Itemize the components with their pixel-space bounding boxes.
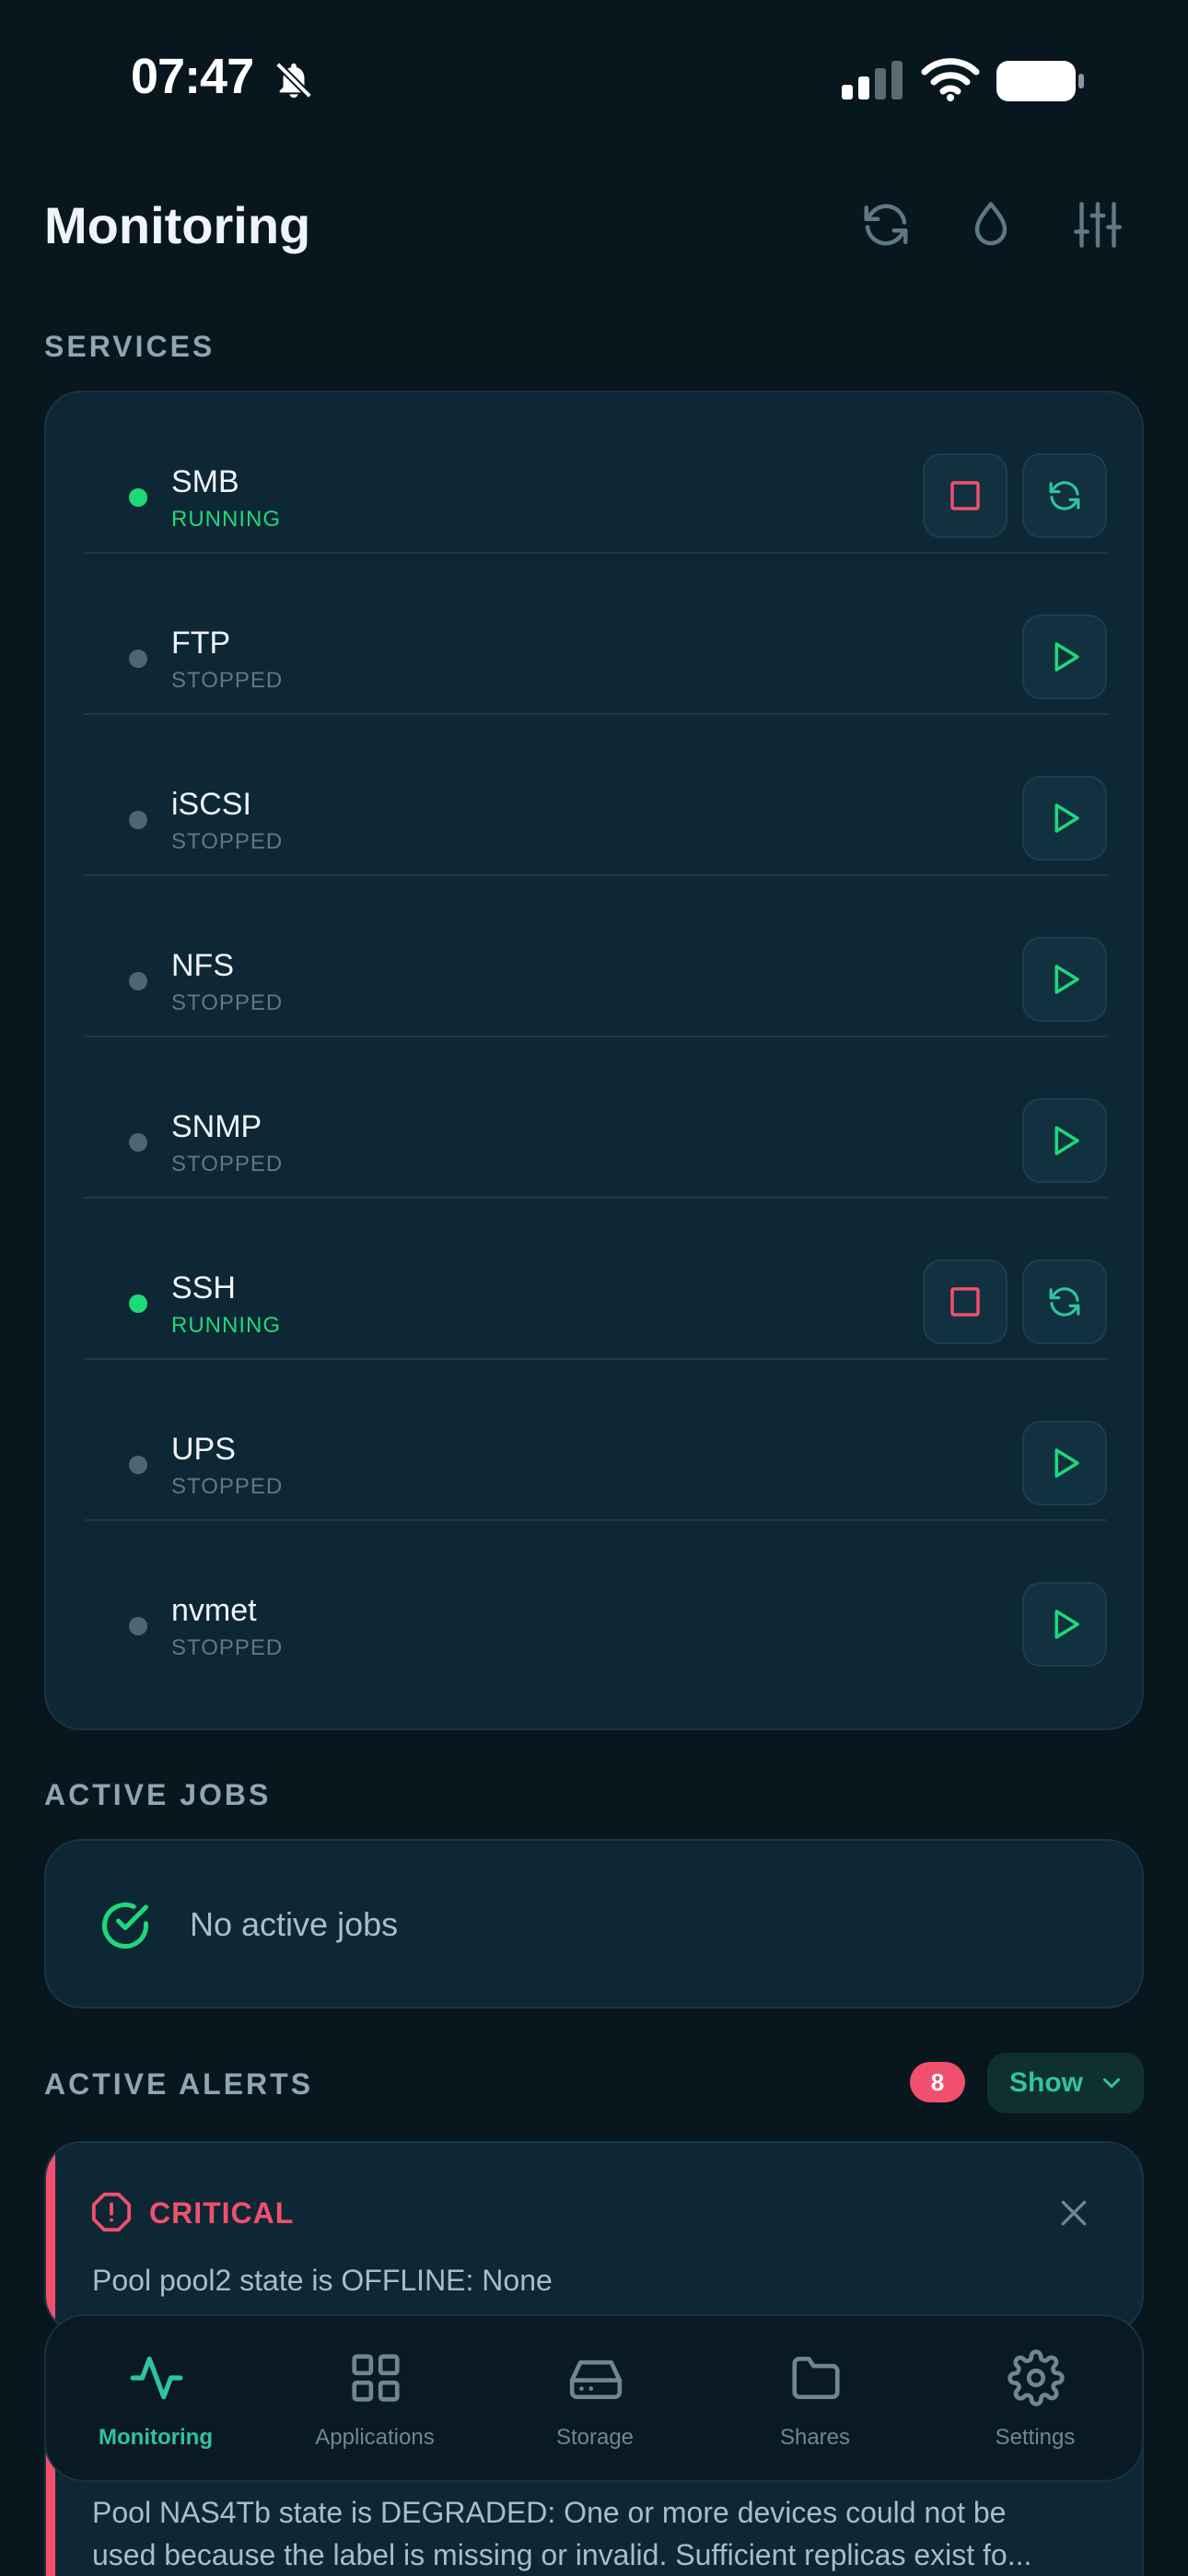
service-row-smb: SMB RUNNING	[85, 392, 1107, 554]
nav-item-shares[interactable]: Shares	[705, 2316, 925, 2484]
play-icon	[1054, 965, 1079, 994]
services-card: SMB RUNNING FTP STOPPED iSCSI STOPPED NF…	[44, 391, 1144, 1730]
service-row-iscsi: iSCSI STOPPED	[85, 715, 1107, 876]
battery-icon	[996, 61, 1084, 101]
stopped-status-dot	[129, 650, 147, 668]
service-row-ssh: SSH RUNNING	[85, 1199, 1107, 1360]
service-row-nvmet: nvmet STOPPED	[85, 1521, 1107, 1682]
alert-octagon-icon	[91, 2192, 132, 2232]
start-button[interactable]	[1022, 1582, 1107, 1667]
folder-icon	[792, 2357, 840, 2399]
service-state: STOPPED	[171, 668, 284, 693]
service-state: RUNNING	[171, 1313, 281, 1338]
service-row-ftp: FTP STOPPED	[85, 554, 1107, 715]
start-button[interactable]	[1022, 776, 1107, 861]
sliders-icon[interactable]	[1070, 197, 1125, 252]
alert-message-line: used because the label is missing or inv…	[92, 2538, 1032, 2571]
show-alerts-button[interactable]: Show	[987, 2053, 1144, 2113]
alert-message: Pool pool2 state is OFFLINE: None	[92, 2264, 553, 2297]
service-state: RUNNING	[171, 507, 281, 532]
alert-count-badge: 8	[910, 2062, 965, 2102]
restart-icon	[1049, 481, 1080, 510]
nav-item-storage[interactable]: Storage	[485, 2316, 705, 2484]
check-circle-icon	[102, 1903, 148, 1949]
alerts-section-label: ACTIVE ALERTS	[44, 2067, 314, 2101]
nav-label: Shares	[779, 2425, 851, 2450]
start-button[interactable]	[1022, 615, 1107, 699]
show-label: Show	[1009, 2067, 1083, 2098]
service-state: STOPPED	[171, 1152, 284, 1177]
nav-label: Settings	[995, 2425, 1076, 2450]
start-button[interactable]	[1022, 1098, 1107, 1183]
critical-stripe	[46, 2143, 55, 2331]
play-icon	[1054, 1448, 1079, 1478]
service-row-ups: UPS STOPPED	[85, 1360, 1107, 1521]
stopped-status-dot	[129, 1456, 147, 1474]
signal-icon	[842, 61, 903, 100]
alert-level: CRITICAL	[149, 2196, 295, 2230]
service-state: STOPPED	[171, 1474, 284, 1499]
nav-item-settings[interactable]: Settings	[926, 2316, 1145, 2484]
bottom-nav: Monitoring Applications Storage Shares S…	[44, 2314, 1144, 2482]
restart-icon	[1049, 1287, 1080, 1317]
restart-button[interactable]	[1022, 1259, 1107, 1344]
service-state: STOPPED	[171, 990, 284, 1015]
play-icon	[1054, 1126, 1079, 1155]
refresh-icon[interactable]	[858, 197, 914, 252]
service-row-snmp: SNMP STOPPED	[85, 1037, 1107, 1199]
status-time: 07:47	[131, 49, 254, 104]
stopped-status-dot	[129, 1617, 147, 1635]
activity-icon	[130, 2356, 183, 2400]
page-title: Monitoring	[44, 196, 311, 254]
service-name: SSH	[171, 1270, 236, 1306]
stopped-status-dot	[129, 1133, 147, 1152]
nav-label: Applications	[315, 2425, 435, 2450]
nav-item-applications[interactable]: Applications	[265, 2316, 484, 2484]
start-button[interactable]	[1022, 937, 1107, 1022]
service-state: STOPPED	[171, 829, 284, 854]
alert-message-line: Pool NAS4Tb state is DEGRADED: One or mo…	[92, 2496, 1007, 2529]
service-name: FTP	[171, 626, 231, 661]
close-icon[interactable]	[1055, 2195, 1092, 2231]
service-name: SMB	[171, 464, 239, 499]
jobs-section-label: ACTIVE JOBS	[44, 1778, 272, 1811]
nav-item-monitoring[interactable]: Monitoring	[46, 2316, 265, 2484]
stop-button[interactable]	[923, 1259, 1007, 1344]
droplet-icon[interactable]	[963, 197, 1019, 252]
stop-icon	[950, 481, 980, 510]
jobs-card: No active jobs	[44, 1839, 1144, 2008]
play-icon	[1054, 803, 1079, 833]
status-bar: 07:47	[0, 0, 1188, 157]
chevron-down-icon	[1103, 2078, 1120, 2089]
service-name: UPS	[171, 1432, 236, 1467]
services-section-label: SERVICES	[44, 330, 215, 363]
bell-off-icon	[275, 62, 312, 99]
start-button[interactable]	[1022, 1421, 1107, 1505]
stopped-status-dot	[129, 972, 147, 990]
no-jobs-text: No active jobs	[190, 1905, 399, 1943]
play-icon	[1054, 1610, 1079, 1639]
gear-icon	[1007, 2349, 1065, 2406]
grid-icon	[352, 2354, 400, 2402]
service-state: STOPPED	[171, 1635, 284, 1660]
service-name: SNMP	[171, 1109, 262, 1144]
stopped-status-dot	[129, 811, 147, 829]
wifi-icon	[921, 58, 980, 101]
running-status-dot	[129, 488, 147, 507]
stop-icon	[950, 1287, 980, 1317]
nav-label: Storage	[555, 2425, 635, 2450]
service-name: iSCSI	[171, 787, 251, 822]
service-name: nvmet	[171, 1593, 257, 1628]
nav-label: Monitoring	[99, 2425, 213, 2450]
service-name: NFS	[171, 948, 234, 983]
running-status-dot	[129, 1294, 147, 1313]
alert-card-critical: CRITICAL Pool pool2 state is OFFLINE: No…	[44, 2141, 1144, 2333]
stop-button[interactable]	[923, 453, 1007, 538]
restart-button[interactable]	[1022, 453, 1107, 538]
monitoring-screen: 07:47 Monitoring SERVICES SMB RUNNING FT…	[0, 0, 1188, 2576]
hard-drive-icon	[569, 2359, 623, 2399]
service-row-nfs: NFS STOPPED	[85, 876, 1107, 1037]
play-icon	[1054, 642, 1079, 672]
